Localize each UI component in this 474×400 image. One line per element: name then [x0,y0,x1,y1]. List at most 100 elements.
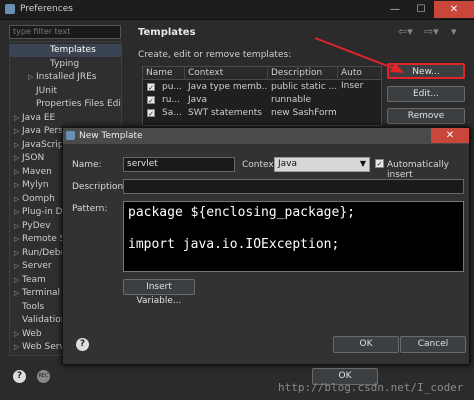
context-select[interactable]: Java ▼ [274,157,370,172]
pattern-line: package ${enclosing_package}; [128,205,355,220]
auto-insert-checkbox[interactable]: ✓ [375,159,384,168]
record-macro-icon[interactable]: REC [37,370,50,383]
expand-arrow-icon[interactable]: ▷ [14,152,22,165]
column-name-header[interactable]: Name [143,67,185,80]
tree-item-label: JavaScrip [22,139,64,150]
tree-item-label: Java EE [22,112,56,123]
tree-item-label: Validation [22,315,67,325]
name-label: Name: [72,160,102,170]
pattern-label: Pattern: [72,204,108,214]
expand-arrow-icon[interactable]: ▷ [14,247,22,260]
remove-template-button[interactable]: Remove [387,108,465,124]
tree-item-label: JUnit [36,85,57,96]
tree-item[interactable]: JUnit [10,85,121,98]
row-description: new SashForm [271,108,337,118]
expand-arrow-icon[interactable]: ▷ [14,341,22,354]
dialog-titlebar: New Template ✕ [63,128,469,144]
dialog-app-icon [66,131,75,140]
pattern-editor[interactable]: package ${enclosing_package}; import jav… [123,201,464,272]
tree-item-label: Server [22,261,52,271]
row-checkbox[interactable]: ✓ [147,96,155,105]
expand-arrow-icon[interactable]: ▷ [14,139,22,152]
tree-item-label: Java Pers [22,126,63,136]
expand-arrow-icon[interactable]: ▷ [14,206,22,219]
row-description: runnable [271,95,312,105]
new-template-dialog: New Template ✕ Name: servlet Context: Ja… [62,127,470,365]
expand-arrow-icon[interactable]: ▷ [28,71,36,84]
expand-arrow-icon[interactable]: ▷ [14,260,22,273]
expand-arrow-icon[interactable]: ▷ [14,220,22,233]
dialog-close-button[interactable]: ✕ [431,128,469,143]
chevron-down-icon: ▼ [359,159,366,168]
tree-item-label: Terminal [22,288,61,298]
window-title: Preferences [20,4,73,14]
tree-item-label: Web [22,328,42,339]
tree-item-label: Web Serv [22,342,65,352]
expand-arrow-icon[interactable]: ▷ [14,166,22,179]
tree-item-label: Oomph [22,193,55,204]
eclipse-app-icon [5,4,15,14]
tree-item-label: Team [22,274,46,285]
expand-arrow-icon[interactable]: ▷ [14,287,22,300]
tree-item[interactable]: Properties Files Edit [10,98,122,111]
expand-arrow-icon[interactable]: ▷ [14,179,22,192]
description-field[interactable] [123,179,464,194]
table-row[interactable]: ✓ pu... Java type memb... public static … [143,81,381,94]
tree-item[interactable]: Templates [10,44,121,57]
tree-item-label: JSON [22,153,45,163]
dialog-title: New Template [79,131,143,141]
help-icon[interactable]: ? [13,370,26,383]
row-context: Java type memb... [188,82,268,92]
row-context: SWT statements [188,108,262,118]
auto-insert-label: Automatically insert [387,160,449,180]
tree-item-label: PyDev [22,220,51,231]
pattern-line: import java.io.IOException; [128,237,340,252]
tree-item-label: Properties Files Edit [36,99,122,109]
row-context: Java [188,95,208,105]
red-arrow-annotation [314,37,404,73]
filter-input[interactable]: type filter text [9,25,121,39]
forward-arrow-icon[interactable]: ⇨▾ [424,25,439,38]
name-field[interactable]: servlet [123,157,235,172]
tree-item[interactable]: ▷ Java EE [10,112,121,125]
close-window-button[interactable]: ✕ [434,1,474,18]
table-row[interactable]: ✓ Sa... SWT statements new SashForm [143,107,381,120]
row-name: Sa... [162,108,182,118]
row-checkbox[interactable]: ✓ [147,109,155,118]
dialog-cancel-button[interactable]: Cancel [400,336,466,353]
minimize-icon[interactable]: — [382,1,408,18]
column-context-header[interactable]: Context [185,67,268,80]
dialog-ok-button[interactable]: OK [333,336,399,353]
expand-arrow-icon[interactable]: ▷ [14,274,22,287]
context-select-value: Java [278,159,298,169]
row-name: ru... [162,95,180,105]
insert-variable-button[interactable]: Insert Variable... [123,279,195,306]
tree-item-label: Plug-in D [22,207,63,217]
watermark-text: http://blog.csdn.net/I_coder [278,381,464,394]
tree-item-label: Mylyn [22,180,49,190]
tree-item[interactable]: ▷ Installed JREs [10,71,121,84]
expand-arrow-icon[interactable]: ▷ [14,125,22,138]
tree-item-label: Installed JREs [36,72,97,82]
tree-item[interactable]: Typing [10,58,121,71]
expand-arrow-icon[interactable]: ▷ [14,112,22,125]
view-menu-icon[interactable]: ▾ [451,25,457,38]
expand-arrow-icon[interactable]: ▷ [14,328,22,341]
row-description: public static ... [271,82,338,92]
tree-item-label: Templates [50,45,96,55]
tree-item-label: Typing [50,58,80,69]
table-row[interactable]: ✓ ru... Java runnable [143,94,381,107]
tree-item-label: Run/Debu [22,247,67,258]
maximize-icon[interactable]: ☐ [408,1,434,18]
templates-description: Create, edit or remove templates: [138,50,292,60]
expand-arrow-icon[interactable]: ▷ [14,193,22,206]
edit-template-button[interactable]: Edit... [387,86,465,102]
tree-item-label: Maven [22,166,52,177]
description-label: Description: [72,182,127,192]
row-checkbox[interactable]: ✓ [147,83,155,92]
tree-item-label: Tools [22,301,45,312]
window-titlebar: Preferences — ☐ ✕ [0,0,474,20]
expand-arrow-icon[interactable]: ▷ [14,233,22,246]
page-title: Templates [138,27,196,38]
help-icon[interactable]: ? [76,338,89,351]
